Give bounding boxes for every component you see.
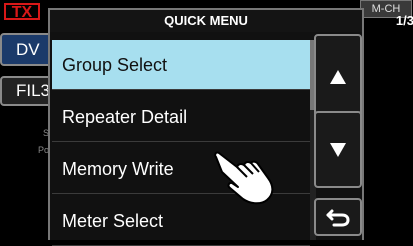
tx-indicator: TX: [4, 3, 40, 21]
triangle-down-icon: [330, 142, 346, 157]
menu-item-repeater-detail[interactable]: Repeater Detail: [52, 92, 310, 142]
back-button[interactable]: [314, 198, 362, 236]
return-icon: [326, 209, 350, 227]
scroll-up-button[interactable]: [314, 34, 362, 118]
triangle-up-icon: [330, 69, 346, 84]
scroll-down-button[interactable]: [314, 111, 362, 188]
menu-item-group-select[interactable]: Group Select: [52, 40, 310, 90]
touch-hand-icon: [214, 151, 274, 205]
page-indicator: 1/3: [395, 13, 413, 28]
